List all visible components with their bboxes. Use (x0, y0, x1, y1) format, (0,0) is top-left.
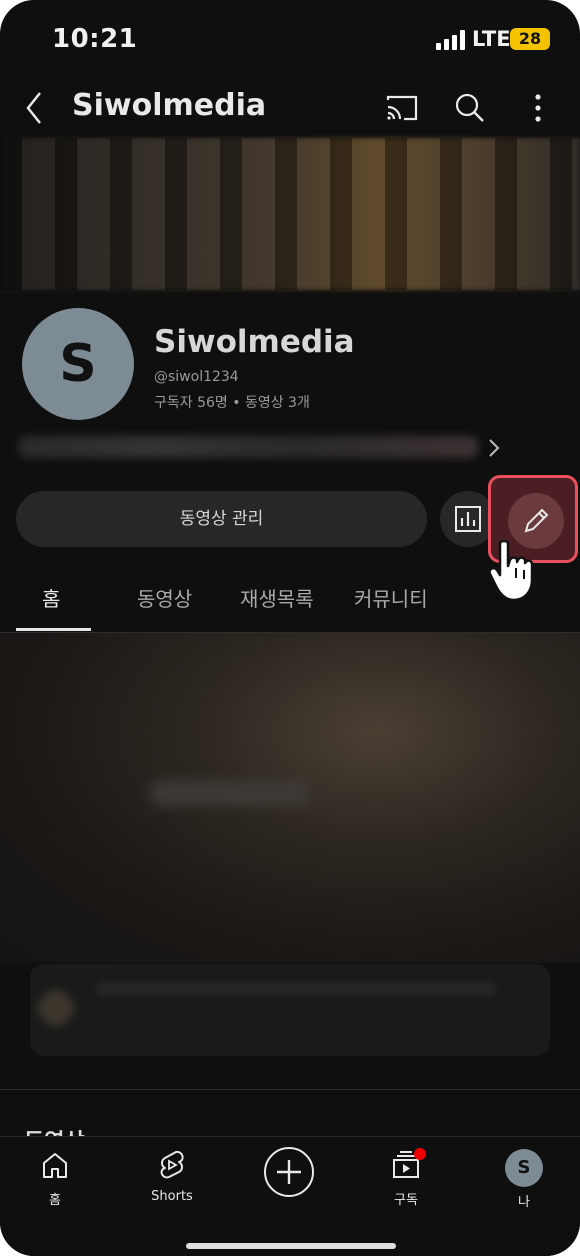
featured-video-blur-text (150, 780, 310, 806)
nav-shorts[interactable]: Shorts (132, 1149, 212, 1204)
battery-indicator: 28 (510, 28, 550, 50)
bottom-navigation: 홈 Shorts 구독 S 나 (0, 1136, 580, 1256)
nav-home[interactable]: 홈 (15, 1149, 95, 1208)
tab-home[interactable]: 홈 (42, 583, 60, 612)
tab-community[interactable]: 커뮤니티 (354, 583, 428, 612)
channel-avatar[interactable]: S (22, 308, 134, 420)
phone-screen: 10:21 LTE 28 Siwolmedia S Siwolmedia @si… (0, 0, 580, 1256)
search-icon[interactable] (450, 88, 490, 128)
home-indicator[interactable] (186, 1243, 396, 1249)
nav-home-label: 홈 (49, 1193, 61, 1208)
home-icon (43, 1153, 67, 1178)
card-avatar-blurred (38, 990, 74, 1026)
status-time: 10:21 (52, 24, 138, 54)
tab-playlists[interactable]: 재생목록 (240, 583, 314, 612)
channel-name: Siwolmedia (154, 324, 355, 360)
card-text-blurred (96, 982, 496, 996)
create-button[interactable] (264, 1147, 314, 1197)
channel-tabs: 홈 동영상 재생목록 커뮤니티 (0, 575, 580, 633)
app-bar: Siwolmedia (0, 80, 580, 136)
active-tab-indicator (16, 628, 91, 631)
channel-stats: 구독자 56명 • 동영상 3개 (154, 395, 310, 411)
me-avatar: S (505, 1149, 543, 1187)
status-bar: 10:21 LTE 28 (0, 0, 580, 80)
network-type: LTE (472, 27, 511, 51)
channel-handle: @siwol1234 (154, 369, 239, 385)
nav-shorts-label: Shorts (151, 1189, 193, 1204)
section-divider (0, 1089, 580, 1090)
featured-video-info-card[interactable] (30, 964, 550, 1056)
nav-me-label: 나 (518, 1195, 530, 1210)
plus-icon (277, 1160, 301, 1184)
chevron-right-icon[interactable] (484, 434, 504, 462)
signal-icon (436, 30, 465, 50)
page-title: Siwolmedia (72, 88, 267, 123)
manage-videos-button[interactable]: 동영상 관리 (16, 491, 427, 547)
channel-banner-overlay (0, 138, 580, 290)
tab-videos[interactable]: 동영상 (137, 583, 192, 612)
cast-icon[interactable] (382, 88, 422, 128)
channel-description-blurred[interactable] (18, 436, 478, 458)
nav-subscriptions[interactable]: 구독 (366, 1149, 446, 1208)
shorts-icon (160, 1150, 184, 1179)
more-vert-icon[interactable] (518, 88, 558, 128)
nav-subscriptions-label: 구독 (394, 1193, 418, 1208)
back-arrow-icon[interactable] (18, 88, 58, 128)
nav-me[interactable]: S 나 (484, 1149, 564, 1210)
notification-dot (414, 1148, 426, 1160)
